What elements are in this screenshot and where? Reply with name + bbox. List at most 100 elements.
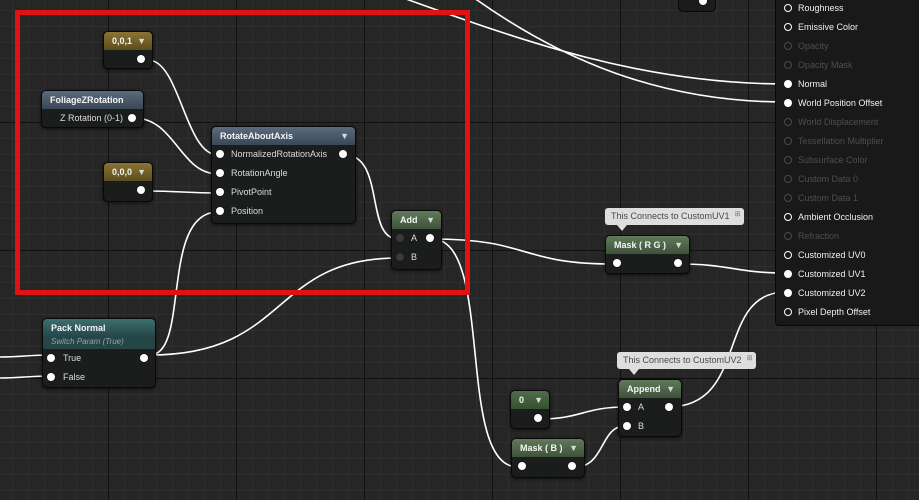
input-pin[interactable] [784,270,792,278]
input-pin[interactable] [784,194,792,202]
node-header[interactable]: Append ▼ [619,380,681,398]
result-pin-label: Customized UV2 [798,288,866,298]
input-label: False [63,372,86,382]
constant3-node-top[interactable]: 0,0,1 ▼ [103,31,153,69]
input-pin[interactable] [784,23,792,31]
output-pin[interactable] [674,259,682,267]
output-pin[interactable] [339,150,347,158]
node-header[interactable]: Add ▼ [392,211,441,229]
result-pin-label: Customized UV0 [798,250,866,260]
input-pin[interactable] [396,234,404,242]
input-pin[interactable] [47,373,55,381]
node-title: Mask ( R G ) [614,240,667,250]
node-subtitle: Switch Param (True) [43,337,155,349]
node-header[interactable]: Mask ( B ) ▼ [512,439,584,457]
rotate-about-axis-node[interactable]: RotateAboutAxis ▼ NormalizedRotationAxis… [211,126,356,224]
input-pin[interactable] [784,61,792,69]
input-pin[interactable] [784,118,792,126]
input-pin[interactable] [784,137,792,145]
result-pin-label: Normal [798,79,828,89]
mask-rg-node[interactable]: Mask ( R G ) ▼ [605,235,690,274]
input-pin[interactable] [784,99,792,107]
output-pin[interactable] [140,354,148,362]
input-pin[interactable] [518,462,526,470]
input-pin[interactable] [216,150,224,158]
constant-zero-node[interactable]: 0 ▼ [510,390,550,429]
node-title: Add [400,215,418,225]
chevron-down-icon[interactable]: ▼ [674,236,683,254]
offscreen-node-stub[interactable] [678,0,716,12]
output-pin[interactable] [426,234,434,242]
chevron-down-icon[interactable]: ▼ [534,391,543,409]
node-header[interactable]: 0,0,1 ▼ [104,32,152,50]
pin-icon[interactable]: ⊞ [747,350,753,367]
input-pin[interactable] [784,308,792,316]
input-label: Position [231,206,264,216]
result-pin-label: World Position Offset [798,98,883,108]
node-header[interactable]: Mask ( R G ) ▼ [606,236,689,254]
wire-const-top-to-rotate-axis [147,59,219,156]
output-pin[interactable] [137,55,145,63]
wire-top-to-normal [406,0,787,85]
input-pin[interactable] [784,80,792,88]
input-pin[interactable] [784,213,792,221]
output-pin[interactable] [534,414,542,422]
result-pin-label: Emissive Color [798,22,859,32]
node-title: 0 [519,395,525,405]
output-pin[interactable] [699,0,707,5]
input-pin[interactable] [216,188,224,196]
output-pin[interactable] [128,114,136,122]
mask-b-node[interactable]: Mask ( B ) ▼ [511,438,585,478]
result-pin-label: Subsurface Color [798,155,868,165]
input-pin[interactable] [784,289,792,297]
output-label: Z Rotation (0-1) [60,113,124,123]
chevron-down-icon[interactable]: ▼ [666,380,675,398]
node-header[interactable]: FoliageZRotation [42,91,143,109]
wire-append-to-uv2 [667,291,787,408]
pack-normal-switch-node[interactable]: Pack Normal Switch Param (True) True Fal… [42,318,156,388]
comment-bubble-uv1[interactable]: This Connects to CustomUV1 ⊞ [605,206,744,231]
chevron-down-icon[interactable]: ▼ [340,127,349,145]
add-node[interactable]: Add ▼ A B [391,210,442,270]
node-header[interactable]: RotateAboutAxis ▼ [212,127,355,145]
wire-top-to-wpo [475,0,787,103]
node-header[interactable]: Pack Normal [43,319,155,337]
output-pin[interactable] [137,186,145,194]
output-pin[interactable] [665,403,673,411]
output-pin[interactable] [568,462,576,470]
input-pin[interactable] [216,207,224,215]
comment-bubble-uv2[interactable]: This Connects to CustomUV2 ⊞ [617,350,756,375]
input-label: A [411,233,418,243]
node-header[interactable]: 0 ▼ [511,391,549,409]
result-pin-label: Refraction [798,231,840,241]
chevron-down-icon[interactable]: ▼ [137,32,146,50]
foliage-z-rotation-node[interactable]: FoliageZRotation Z Rotation (0-1) [41,90,144,128]
input-pin[interactable] [623,403,631,411]
input-pin[interactable] [47,354,55,362]
input-pin[interactable] [784,251,792,259]
input-pin[interactable] [216,169,224,177]
input-label: RotationAngle [231,168,288,178]
result-pin-label: Opacity Mask [798,60,853,70]
input-pin[interactable] [396,253,404,261]
wire-add-to-mask-rg [431,238,613,265]
chevron-down-icon[interactable]: ▼ [137,163,146,181]
comment-text: This Connects to CustomUV1 [611,211,730,221]
result-pin-label: World Displacement [798,117,879,127]
input-pin[interactable] [784,232,792,240]
chevron-down-icon[interactable]: ▼ [426,211,435,229]
input-pin[interactable] [784,4,792,12]
chevron-down-icon[interactable]: ▼ [569,439,578,457]
input-pin[interactable] [784,175,792,183]
node-header[interactable]: 0,0,0 ▼ [104,163,152,181]
material-result-node[interactable]: Roughness Emissive Color Opacity Opacity Ma… [775,0,919,326]
node-title: Append [627,384,661,394]
input-pin[interactable] [623,422,631,430]
node-title: Mask ( B ) [520,443,563,453]
input-pin[interactable] [784,156,792,164]
input-pin[interactable] [613,259,621,267]
pin-icon[interactable]: ⊞ [735,206,741,223]
constant3-node-mid[interactable]: 0,0,0 ▼ [103,162,153,202]
append-node[interactable]: Append ▼ A B [618,379,682,437]
input-pin[interactable] [784,42,792,50]
